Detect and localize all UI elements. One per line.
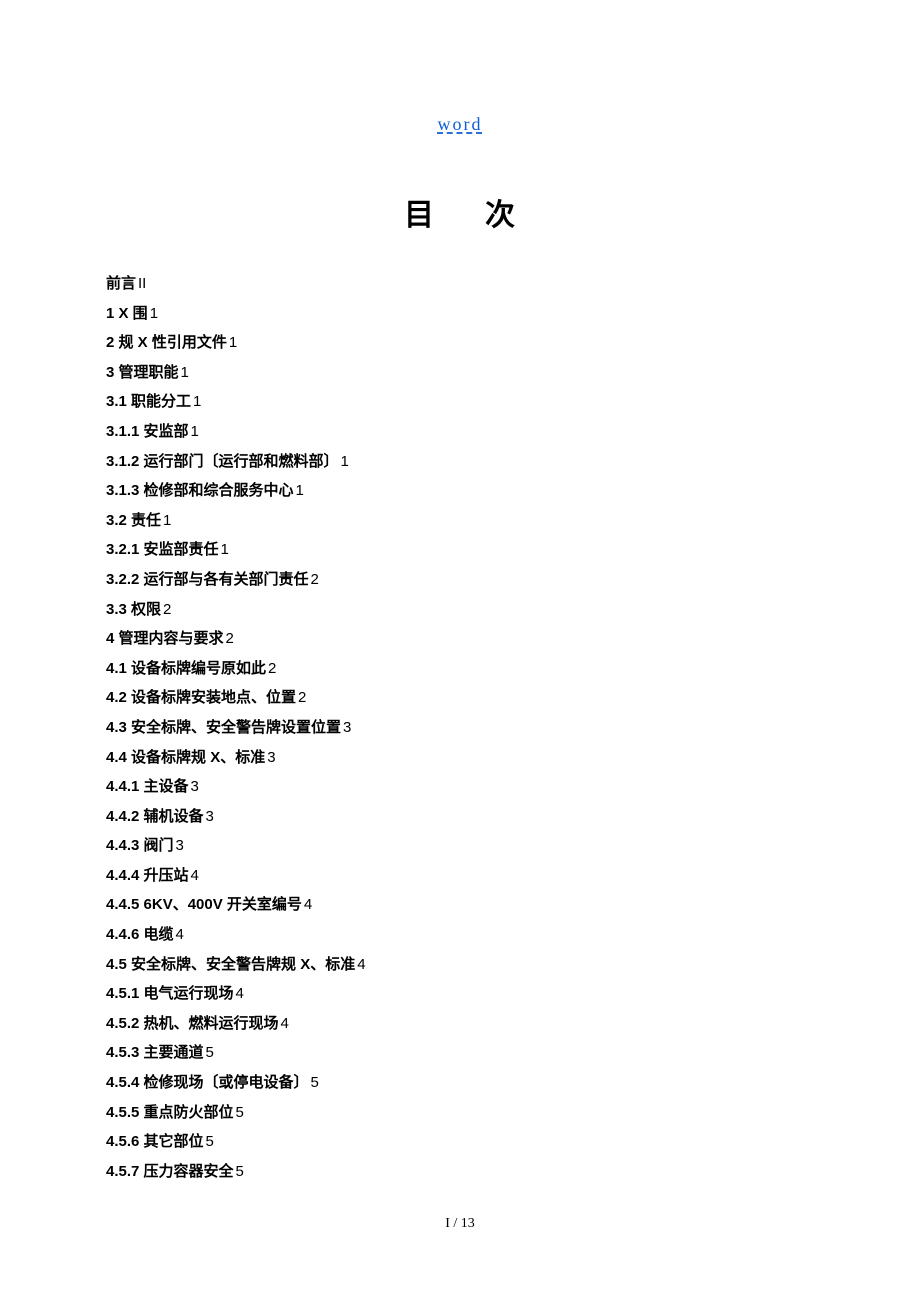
toc-page: 1: [193, 393, 201, 410]
toc-page: 1: [296, 482, 304, 499]
toc-page: 1: [341, 453, 349, 470]
toc-label: 1 X 围: [106, 305, 148, 322]
toc-label: 4.5 安全标牌、安全警告牌规 X、标准: [106, 956, 355, 973]
toc-label: 4.1 设备标牌编号原如此: [106, 660, 266, 677]
toc-label: 3.3 权限: [106, 601, 161, 618]
toc-entry: 4.5 安全标牌、安全警告牌规 X、标准4: [106, 950, 816, 980]
toc-label: 3.2.2 运行部与各有关部门责任: [106, 571, 309, 588]
toc-entry: 4.5.6 其它部位5: [106, 1127, 816, 1157]
toc-entry: 前言II: [106, 269, 816, 299]
toc-entry: 4.5.1 电气运行现场4: [106, 979, 816, 1009]
toc-page: 2: [298, 689, 306, 706]
toc-page: 1: [221, 541, 229, 558]
toc-label: 4.4.5 6KV、400V 开关室编号: [106, 896, 302, 913]
toc-label: 2 规 X 性引用文件: [106, 334, 227, 351]
toc-page: 4: [236, 985, 244, 1002]
toc-entry: 4.4.3 阀门3: [106, 831, 816, 861]
toc-page: 4: [281, 1015, 289, 1032]
toc-content: 前言II 1 X 围1 2 规 X 性引用文件1 3 管理职能1 3.1 职能分…: [106, 269, 816, 1186]
toc-entry: 3.2 责任1: [106, 506, 816, 536]
toc-label: 3.2.1 安监部责任: [106, 541, 219, 558]
toc-page: 3: [191, 778, 199, 795]
toc-label: 4.4.6 电缆: [106, 926, 174, 943]
toc-entry: 4.4.2 辅机设备3: [106, 802, 816, 832]
toc-page: 4: [176, 926, 184, 943]
toc-label: 3.1.1 安监部: [106, 423, 189, 440]
toc-label: 4.4.2 辅机设备: [106, 808, 204, 825]
toc-entry: 4.5.2 热机、燃料运行现场4: [106, 1009, 816, 1039]
toc-entry: 3.2.2 运行部与各有关部门责任2: [106, 565, 816, 595]
toc-entry: 1 X 围1: [106, 299, 816, 329]
toc-entry: 3.1.3 检修部和综合服务中心1: [106, 476, 816, 506]
toc-entry: 4.3 安全标牌、安全警告牌设置位置3: [106, 713, 816, 743]
toc-entry: 4.5.5 重点防火部位5: [106, 1098, 816, 1128]
toc-label: 4.5.5 重点防火部位: [106, 1104, 234, 1121]
toc-page: 5: [236, 1163, 244, 1180]
toc-label: 4 管理内容与要求: [106, 630, 224, 647]
toc-page: 2: [268, 660, 276, 677]
toc-page: 4: [304, 896, 312, 913]
toc-page: 3: [206, 808, 214, 825]
toc-page: 2: [226, 630, 234, 647]
toc-label: 4.4 设备标牌规 X、标准: [106, 749, 265, 766]
toc-entry: 4.4.6 电缆4: [106, 920, 816, 950]
toc-label: 4.4.4 升压站: [106, 867, 189, 884]
toc-entry: 4.4.4 升压站4: [106, 861, 816, 891]
toc-label: 3.1 职能分工: [106, 393, 191, 410]
toc-label: 4.2 设备标牌安装地点、位置: [106, 689, 296, 706]
toc-entry: 4.4.5 6KV、400V 开关室编号4: [106, 890, 816, 920]
toc-page: 5: [236, 1104, 244, 1121]
toc-page: 5: [206, 1044, 214, 1061]
toc-page: 3: [176, 837, 184, 854]
title-char-2: 次: [485, 199, 516, 232]
toc-label: 4.5.2 热机、燃料运行现场: [106, 1015, 279, 1032]
toc-entry: 3.1 职能分工1: [106, 387, 816, 417]
toc-label: 4.5.1 电气运行现场: [106, 985, 234, 1002]
toc-label: 3.1.3 检修部和综合服务中心: [106, 482, 294, 499]
toc-label: 4.5.4 检修现场〔或停电设备〕: [106, 1074, 309, 1091]
toc-label: 4.4.3 阀门: [106, 837, 174, 854]
toc-label: 4.5.7 压力容器安全: [106, 1163, 234, 1180]
toc-page: 1: [163, 512, 171, 529]
toc-page: 4: [191, 867, 199, 884]
toc-page: 1: [181, 364, 189, 381]
toc-label: 4.3 安全标牌、安全警告牌设置位置: [106, 719, 341, 736]
toc-entry: 4.1 设备标牌编号原如此2: [106, 654, 816, 684]
toc-entry: 2 规 X 性引用文件1: [106, 328, 816, 358]
toc-label: 3.2 责任: [106, 512, 161, 529]
title-char-1: 目: [404, 199, 435, 232]
toc-entry: 4.4 设备标牌规 X、标准3: [106, 743, 816, 773]
toc-page: 5: [311, 1074, 319, 1091]
toc-page: 2: [163, 601, 171, 618]
page-footer: I / 13: [0, 1216, 920, 1232]
toc-entry: 3.1.2 运行部门〔运行部和燃料部〕1: [106, 447, 816, 477]
toc-page: 2: [311, 571, 319, 588]
toc-entry: 3.1.1 安监部1: [106, 417, 816, 447]
page-title: 目次: [0, 190, 920, 234]
toc-label: 4.5.6 其它部位: [106, 1133, 204, 1150]
toc-label: 4.4.1 主设备: [106, 778, 189, 795]
toc-entry: 4.4.1 主设备3: [106, 772, 816, 802]
toc-page: II: [138, 275, 146, 292]
toc-page: 4: [357, 956, 365, 973]
toc-page: 1: [150, 305, 158, 322]
toc-page: 3: [343, 719, 351, 736]
toc-entry: 4.5.3 主要通道5: [106, 1038, 816, 1068]
toc-entry: 3.2.1 安监部责任1: [106, 535, 816, 565]
toc-page: 1: [191, 423, 199, 440]
toc-entry: 3 管理职能1: [106, 358, 816, 388]
header-link[interactable]: word: [0, 114, 920, 135]
toc-entry: 3.3 权限2: [106, 595, 816, 625]
toc-label: 前言: [106, 275, 136, 292]
toc-entry: 4 管理内容与要求2: [106, 624, 816, 654]
toc-entry: 4.2 设备标牌安装地点、位置2: [106, 683, 816, 713]
toc-page: 1: [229, 334, 237, 351]
toc-entry: 4.5.7 压力容器安全5: [106, 1157, 816, 1187]
toc-label: 3 管理职能: [106, 364, 179, 381]
toc-label: 3.1.2 运行部门〔运行部和燃料部〕: [106, 453, 339, 470]
toc-entry: 4.5.4 检修现场〔或停电设备〕5: [106, 1068, 816, 1098]
toc-page: 5: [206, 1133, 214, 1150]
toc-label: 4.5.3 主要通道: [106, 1044, 204, 1061]
toc-page: 3: [267, 749, 275, 766]
